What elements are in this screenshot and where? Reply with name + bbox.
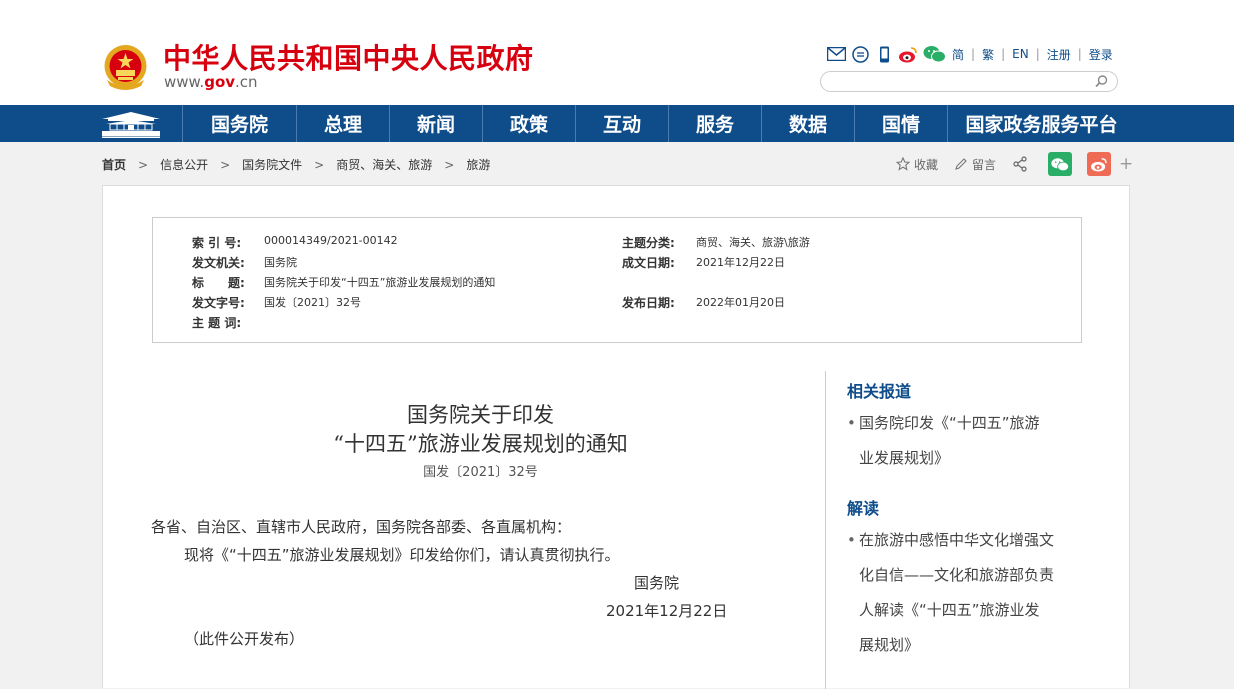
site-url-prefix: www. [164,73,205,91]
content-card: 索 引 号: 000014349/2021-00142 发文机关: 国务院 标 … [102,185,1130,689]
tools-divider: | [971,47,976,61]
breadcrumb-info-public[interactable]: 信息公开 [160,156,208,173]
weibo-share-icon[interactable] [1087,152,1112,176]
nav-items: 国务院 总理 新闻 政策 互动 服务 数据 国情 国家政务服务平台 [182,105,1135,142]
document-title-line2: “十四五”旅游业发展规划的通知 [333,432,628,456]
breadcrumb-separator: > [220,157,231,172]
meta-value: 国务院关于印发“十四五”旅游业发展规划的通知 [264,276,496,289]
share-bar: 收藏 留言 + [896,152,1133,176]
more-share-button[interactable]: + [1119,154,1133,174]
interpretation-heading: 解读 [847,499,880,518]
meta-value: 国务院 [264,256,297,269]
bullet-icon: • [847,414,856,432]
meta-label: 主题分类: [622,236,675,250]
site-header: 中华人民共和国中央人民政府 www.gov.cn 简 | 繁 | EN | 注册… [0,0,1234,105]
interpretation-line: 在旅游中感悟中华文化增强文 [859,531,1055,549]
register-link[interactable]: 注册 [1047,46,1071,63]
breadcrumb-home[interactable]: 首页 [102,156,126,173]
header-tools: 简 | 繁 | EN | 注册 | 登录 [826,44,1115,64]
favorite-button[interactable]: 收藏 [896,156,938,173]
national-emblem-icon[interactable] [103,40,148,90]
meta-label: 主 题 词: [192,316,242,330]
simplified-link[interactable]: 简 [952,46,964,63]
breadcrumb-separator: > [314,157,325,172]
nav-item-policy[interactable]: 政策 [482,105,575,142]
login-link[interactable]: 登录 [1089,46,1113,63]
nav-item-data[interactable]: 数据 [761,105,854,142]
mail-icon[interactable] [826,45,846,63]
document-date: 2021年12月22日 [606,602,728,620]
related-report-line: 业发展规划》 [859,449,950,467]
english-link[interactable]: EN [1012,47,1029,61]
meta-label: 发文字号: [192,296,245,310]
related-report-line: 国务院印发《“十四五”旅游 [859,414,1040,432]
breadcrumb-separator: > [138,157,149,172]
share-icon [1013,156,1027,172]
document-meta-table: 索 引 号: 000014349/2021-00142 发文机关: 国务院 标 … [152,217,1082,343]
meta-value: 国发〔2021〕32号 [264,296,361,309]
document-note: （此件公开发布） [184,630,305,648]
interpretation-line: 展规划》 [859,636,920,654]
document-number: 国发〔2021〕32号 [423,465,538,480]
bullet-icon: • [847,531,856,549]
site-url-suffix: .cn [235,73,258,91]
traditional-link[interactable]: 繁 [982,46,994,63]
interpretation-item[interactable]: • 在旅游中感悟中华文化增强文 化自信——文化和旅游部负责 人解读《“十四五”旅… [847,523,1077,663]
meta-label: 成文日期: [622,256,675,270]
interpretation-line: 化自信——文化和旅游部负责 [859,566,1055,584]
meta-value: 2021年12月22日 [696,256,785,269]
meta-value: 000014349/2021-00142 [264,234,398,247]
nav-item-service[interactable]: 服务 [668,105,761,142]
document-title-line1: 国务院关于印发 [407,403,554,427]
site-title[interactable]: 中华人民共和国中央人民政府 [163,37,534,77]
site-url[interactable]: www.gov.cn [164,73,258,91]
related-report-item[interactable]: • 国务院印发《“十四五”旅游 业发展规划》 [847,406,1077,476]
pencil-icon [955,158,967,170]
main-nav: 国务院 总理 新闻 政策 互动 服务 数据 国情 国家政务服务平台 [0,105,1234,142]
tools-divider: | [1001,47,1006,61]
meta-value: 2022年01月20日 [696,296,785,309]
search-input[interactable] [831,73,1081,93]
document-body: 现将《“十四五”旅游业发展规划》印发给你们，请认真贯彻执行。 [184,546,620,564]
comment-button[interactable]: 留言 [954,156,996,173]
search-box [820,71,1118,93]
share-button[interactable] [1012,156,1032,172]
star-icon [896,157,910,171]
tools-divider: | [1035,47,1040,61]
interpretation-line: 人解读《“十四五”旅游业发 [859,601,1040,619]
document-signature: 国务院 [634,574,680,592]
breadcrumb: 首页 > 信息公开 > 国务院文件 > 商贸、海关、旅游 > 旅游 [102,156,490,173]
meta-label: 标 题: [192,276,245,290]
nav-item-national-info[interactable]: 国情 [854,105,947,142]
mobile-icon[interactable] [874,45,894,63]
tiananmen-icon[interactable] [100,109,162,139]
wechat-icon[interactable] [922,45,946,63]
tools-divider: | [1077,47,1082,61]
breadcrumb-trade-customs-tourism[interactable]: 商贸、海关、旅游 [336,156,432,173]
breadcrumb-state-council-docs[interactable]: 国务院文件 [242,156,302,173]
weibo-icon[interactable] [898,45,918,63]
meta-label: 索 引 号: [192,236,242,250]
site-url-gov: gov [204,73,236,91]
search-icon[interactable] [1094,74,1109,89]
wechat-share-icon[interactable] [1048,152,1073,176]
related-reports-heading: 相关报道 [847,382,912,401]
chat-icon[interactable] [850,45,870,63]
breadcrumb-tourism[interactable]: 旅游 [466,156,490,173]
nav-item-premier[interactable]: 总理 [296,105,389,142]
meta-value: 商贸、海关、旅游\旅游 [696,236,810,249]
meta-label: 发文机关: [192,256,245,270]
favorite-label: 收藏 [914,157,939,172]
comment-label: 留言 [972,157,997,172]
nav-item-state-council[interactable]: 国务院 [182,105,296,142]
document-salutation: 各省、自治区、直辖市人民政府，国务院各部委、各直属机构： [151,518,572,536]
meta-label: 发布日期: [622,296,675,310]
nav-item-news[interactable]: 新闻 [389,105,482,142]
sidebar-divider [825,371,826,689]
nav-item-interaction[interactable]: 互动 [575,105,668,142]
nav-item-service-platform[interactable]: 国家政务服务平台 [947,105,1135,142]
breadcrumb-separator: > [444,157,455,172]
